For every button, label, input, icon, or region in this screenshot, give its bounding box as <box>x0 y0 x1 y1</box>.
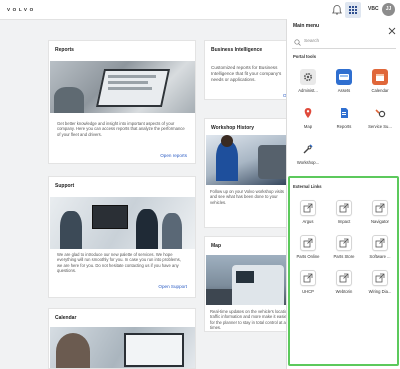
calendar-image <box>50 327 195 368</box>
wrench-icon <box>300 141 316 157</box>
workshop-image <box>206 135 293 185</box>
calendar-icon <box>372 69 388 85</box>
search-icon <box>294 39 301 46</box>
reports-title: Reports <box>55 47 74 53</box>
truck-icon <box>336 69 352 85</box>
portal-tools-label: Portal tools <box>293 54 317 59</box>
portal-tool-map[interactable]: Map <box>291 105 325 133</box>
open-reports-link[interactable]: Open reports <box>160 153 187 158</box>
support-description: We are glad to introduce our new palette… <box>57 252 181 274</box>
tile-label: Administ... <box>298 88 318 93</box>
search-input[interactable]: Search <box>292 36 396 49</box>
tile-label: Reports <box>336 124 352 129</box>
grid-icon <box>349 6 357 14</box>
gear-icon <box>300 69 316 85</box>
map-image <box>206 255 293 305</box>
tile-label: Map <box>303 124 313 129</box>
map-title: Map <box>211 243 221 249</box>
open-support-link[interactable]: Open Support <box>158 284 187 289</box>
portal-tool-administration[interactable]: Administ... <box>291 69 325 97</box>
service-icon <box>372 105 388 121</box>
reports-image <box>50 61 195 113</box>
tile-label: Workshop... <box>296 160 320 165</box>
map-card: Map Real-time updates on the vehicle's l… <box>204 236 294 332</box>
volvo-logo[interactable]: VOLVO <box>7 7 36 12</box>
calendar-title: Calendar <box>55 315 77 321</box>
workshop-history-description: Follow up on your Volvo workshop visits … <box>210 189 285 205</box>
business-intelligence-card: Business Intelligence Customized reports… <box>204 40 294 100</box>
tile-label: Service Su... <box>368 124 392 129</box>
map-description: Real-time updates on the vehicle's locat… <box>210 309 291 331</box>
business-intelligence-title: Business Intelligence <box>211 47 263 53</box>
support-title: Support <box>55 183 75 189</box>
business-intelligence-description: Customized reports for Business Intellig… <box>211 65 282 82</box>
search-placeholder: Search <box>304 39 320 44</box>
support-card: Support We are glad to introduce our new… <box>48 176 196 298</box>
reports-icon <box>336 105 352 121</box>
workshop-history-title: Workshop History <box>211 125 254 131</box>
reports-card: Reports Get better knowledge and insight… <box>48 40 196 164</box>
user-organization[interactable]: VBC <box>368 6 379 12</box>
map-pin-icon <box>300 105 316 121</box>
top-bar: VOLVO VBC JJ <box>0 0 400 20</box>
reports-description: Get better knowledge and insight into im… <box>57 121 185 137</box>
workshop-history-card: Workshop History Follow up on your Volvo… <box>204 118 294 228</box>
tile-label: Calendar <box>371 88 389 93</box>
tile-label: Assets <box>337 88 351 93</box>
apps-menu-button[interactable] <box>345 2 361 18</box>
bell-icon[interactable] <box>330 3 344 17</box>
portal-tool-workshop[interactable]: Workshop... <box>291 141 325 169</box>
portal-tool-reports[interactable]: Reports <box>327 105 361 133</box>
portal-tool-service-support[interactable]: Service Su... <box>363 105 397 133</box>
close-icon[interactable] <box>388 22 396 35</box>
portal-tool-assets[interactable]: Assets <box>327 69 361 97</box>
calendar-card: Calendar <box>48 308 196 369</box>
external-links-highlight <box>288 176 399 366</box>
main-menu-title: Main menu <box>293 23 320 29</box>
support-image <box>50 197 195 249</box>
avatar[interactable]: JJ <box>382 3 395 16</box>
portal-tool-calendar[interactable]: Calendar <box>363 69 397 97</box>
